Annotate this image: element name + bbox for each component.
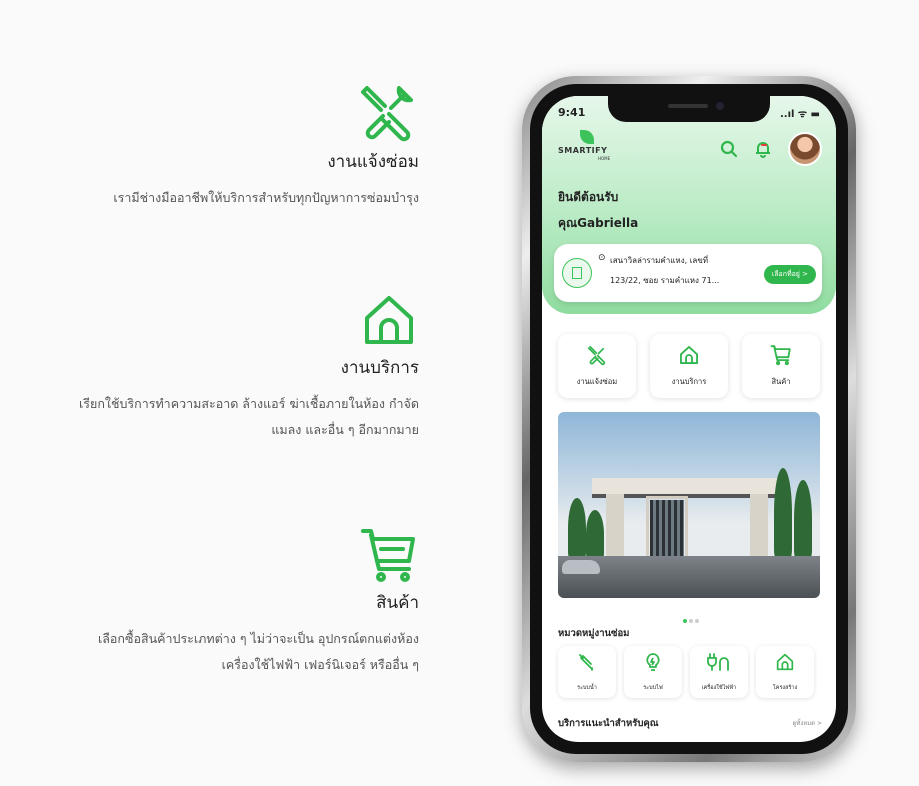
- feature-title: งานบริการ: [340, 358, 419, 378]
- faucet-icon: [579, 654, 593, 671]
- feature-desc: เรามีช่างมืออาชีพให้บริการสำหรับทุกปัญหา…: [113, 190, 419, 205]
- category-structure[interactable]: โครงสร้าง: [756, 646, 814, 698]
- feature-desc: เลือกซื้อสินค้าประเภทต่าง ๆ ไม่ว่าจะเป็น…: [97, 631, 419, 646]
- status-icons: ..ıl ᯤ ▬: [780, 109, 820, 120]
- plug-icon: [707, 653, 729, 671]
- service-products[interactable]: สินค้า: [742, 334, 820, 398]
- house-icon: [680, 346, 698, 364]
- house-icon: [776, 653, 794, 671]
- notch: [608, 96, 770, 122]
- location-pin-icon: ⊙: [598, 253, 606, 263]
- category-label: ระบบน้ำ: [577, 685, 597, 691]
- feature-title: งานแจ้งซ่อม: [327, 152, 419, 172]
- building-icon: [562, 258, 592, 288]
- tools-icon: [355, 80, 419, 148]
- feature-title: สินค้า: [376, 593, 419, 613]
- category-water[interactable]: ระบบน้ำ: [558, 646, 616, 698]
- tools-icon: [587, 345, 606, 366]
- category-title: หมวดหมู่งานซ่อม: [558, 628, 630, 639]
- bulb-icon: [646, 653, 660, 671]
- service-label: สินค้า: [771, 377, 791, 386]
- service-repair[interactable]: งานแจ้งซ่อม: [558, 334, 636, 398]
- recommend-title: บริการแนะนำสำหรับคุณ: [558, 718, 659, 729]
- cart-icon: [770, 345, 791, 366]
- avatar[interactable]: [788, 132, 822, 166]
- category-electric[interactable]: ระบบไฟ: [624, 646, 682, 698]
- feature-products: สินค้า เลือกซื้อสินค้าประเภทต่าง ๆ ไม่ว่…: [0, 525, 419, 678]
- feature-desc: เครื่องใช้ไฟฟ้า เฟอร์นิเจอร์ หรืออื่น ๆ: [221, 657, 419, 672]
- service-label: งานบริการ: [671, 377, 707, 386]
- service-general[interactable]: งานบริการ: [650, 334, 728, 398]
- greeting-line1: ยินดีต้อนรับ: [558, 190, 619, 204]
- promo-banner[interactable]: [558, 412, 820, 598]
- app-logo: SMARTIFY HOME: [558, 130, 618, 166]
- feature-desc: แมลง และอื่น ๆ อีกมากมาย: [271, 422, 419, 437]
- address-line2: 123/22, ซอย รามคำแหง 71...: [610, 276, 720, 285]
- feature-service: งานบริการ เรียกใช้บริการทำความสะอาด ล้าง…: [0, 290, 419, 443]
- address-line1: เสนาวิลล่ารามคำแหง, เลขที่: [610, 256, 709, 265]
- service-label: งานแจ้งซ่อม: [576, 377, 618, 386]
- phone-screen: 9:41 ..ıl ᯤ ▬ SMARTIFY HOME ยินดีต้อนรับ…: [542, 96, 836, 742]
- logo-text: SMARTIFY: [558, 146, 608, 155]
- greeting: ยินดีต้อนรับ คุณGabriella: [558, 184, 638, 236]
- feature-repair: งานแจ้งซ่อม เรามีช่างมืออาชีพให้บริการสำ…: [0, 80, 419, 211]
- category-label: ระบบไฟ: [643, 685, 663, 691]
- category-appliance[interactable]: เครื่องใช้ไฟฟ้า: [690, 646, 748, 698]
- house-icon: [359, 290, 419, 354]
- greeting-line2: คุณGabriella: [558, 216, 639, 230]
- carousel-dots[interactable]: [682, 608, 700, 627]
- feature-desc: เรียกใช้บริการทำความสะอาด ล้างแอร์ ฆ่าเช…: [79, 396, 419, 411]
- category-label: โครงสร้าง: [772, 685, 798, 691]
- search-icon[interactable]: [720, 140, 738, 162]
- notification-badge: [761, 144, 767, 146]
- address-card[interactable]: ⊙ เสนาวิลล่ารามคำแหง, เลขที่ 123/22, ซอย…: [554, 244, 822, 302]
- status-time: 9:41: [558, 106, 586, 119]
- phone-mockup: 9:41 ..ıl ᯤ ▬ SMARTIFY HOME ยินดีต้อนรับ…: [522, 76, 856, 762]
- cart-icon: [359, 525, 419, 589]
- see-all-link[interactable]: ดูทั้งหมด >: [792, 718, 822, 728]
- category-label: เครื่องใช้ไฟฟ้า: [701, 685, 737, 691]
- select-address-button[interactable]: เลือกที่อยู่ >: [763, 265, 816, 284]
- leaf-icon: [580, 130, 594, 144]
- logo-subtext: HOME: [598, 156, 611, 161]
